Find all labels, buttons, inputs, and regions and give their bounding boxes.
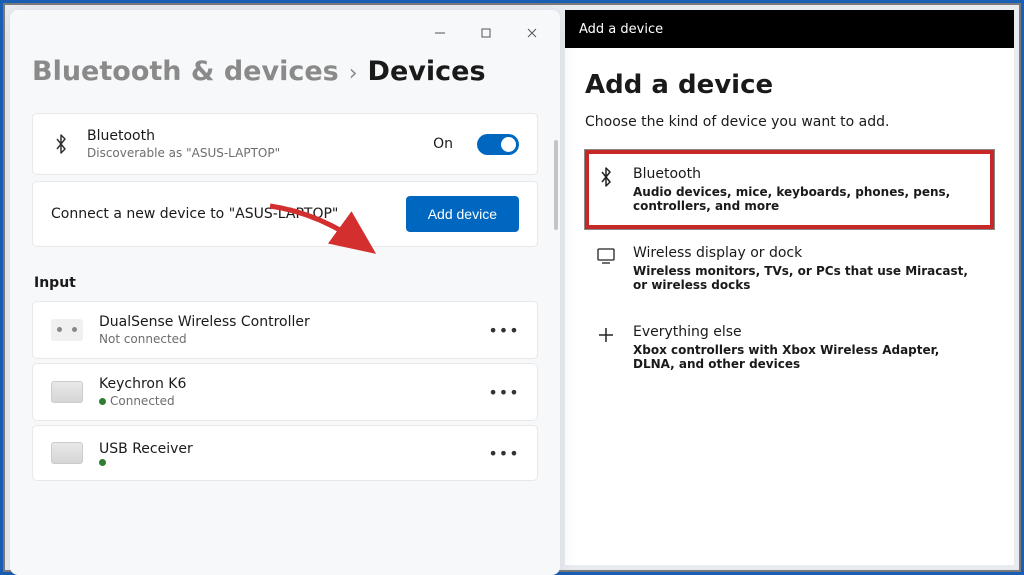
device-status: Not connected bbox=[99, 332, 473, 346]
dialog-subheading: Choose the kind of device you want to ad… bbox=[585, 114, 994, 130]
device-status bbox=[99, 459, 473, 466]
device-row-keychron[interactable]: Keychron K6 Connected ••• bbox=[32, 363, 538, 421]
more-options-button[interactable]: ••• bbox=[489, 377, 519, 407]
more-options-button[interactable]: ••• bbox=[489, 315, 519, 345]
plus-icon bbox=[595, 324, 617, 346]
dialog-heading: Add a device bbox=[585, 70, 994, 100]
breadcrumb: Bluetooth & devices › Devices bbox=[32, 56, 538, 87]
breadcrumb-current: Devices bbox=[368, 56, 486, 87]
bluetooth-toggle[interactable] bbox=[477, 134, 519, 155]
bluetooth-title: Bluetooth bbox=[87, 128, 417, 144]
window-titlebar bbox=[10, 10, 560, 56]
breadcrumb-parent[interactable]: Bluetooth & devices bbox=[32, 56, 339, 87]
close-button[interactable] bbox=[510, 18, 554, 48]
device-name: Keychron K6 bbox=[99, 376, 473, 392]
minimize-button[interactable] bbox=[418, 18, 462, 48]
scrollbar[interactable] bbox=[554, 140, 558, 230]
bluetooth-state-label: On bbox=[433, 136, 453, 152]
bluetooth-icon bbox=[51, 134, 71, 154]
device-row-controller[interactable]: DualSense Wireless Controller Not connec… bbox=[32, 301, 538, 359]
connected-dot-icon bbox=[99, 398, 106, 405]
option-wireless-display[interactable]: Wireless display or dock Wireless monito… bbox=[585, 229, 994, 308]
option-title: Bluetooth bbox=[633, 166, 984, 182]
controller-icon bbox=[51, 319, 83, 341]
device-row-usb-receiver[interactable]: USB Receiver ••• bbox=[32, 425, 538, 481]
bluetooth-card: Bluetooth Discoverable as "ASUS-LAPTOP" … bbox=[32, 113, 538, 175]
connect-device-text: Connect a new device to "ASUS-LAPTOP" bbox=[51, 206, 338, 222]
dialog-titlebar: Add a device bbox=[565, 10, 1014, 48]
settings-window: Bluetooth & devices › Devices Bluetooth … bbox=[10, 10, 560, 575]
add-device-dialog: Add a device Add a device Choose the kin… bbox=[565, 10, 1014, 565]
device-name: DualSense Wireless Controller bbox=[99, 314, 473, 330]
option-desc: Audio devices, mice, keyboards, phones, … bbox=[633, 185, 984, 213]
bluetooth-icon bbox=[595, 166, 617, 188]
connect-device-card: Connect a new device to "ASUS-LAPTOP" Ad… bbox=[32, 181, 538, 247]
maximize-button[interactable] bbox=[464, 18, 508, 48]
option-desc: Xbox controllers with Xbox Wireless Adap… bbox=[633, 343, 984, 371]
connected-dot-icon bbox=[99, 459, 106, 466]
chevron-right-icon: › bbox=[349, 61, 358, 86]
dialog-window-title: Add a device bbox=[579, 22, 663, 37]
more-options-button[interactable]: ••• bbox=[489, 438, 519, 468]
bluetooth-subtitle: Discoverable as "ASUS-LAPTOP" bbox=[87, 146, 417, 160]
device-status: Connected bbox=[99, 394, 473, 408]
input-section-header: Input bbox=[34, 275, 538, 291]
keyboard-icon bbox=[51, 381, 83, 403]
display-icon bbox=[595, 245, 617, 267]
option-everything-else[interactable]: Everything else Xbox controllers with Xb… bbox=[585, 308, 994, 387]
device-name: USB Receiver bbox=[99, 441, 473, 457]
option-title: Everything else bbox=[633, 324, 984, 340]
add-device-button[interactable]: Add device bbox=[406, 196, 519, 232]
option-bluetooth[interactable]: Bluetooth Audio devices, mice, keyboards… bbox=[585, 150, 994, 229]
option-title: Wireless display or dock bbox=[633, 245, 984, 261]
keyboard-icon bbox=[51, 442, 83, 464]
option-desc: Wireless monitors, TVs, or PCs that use … bbox=[633, 264, 984, 292]
